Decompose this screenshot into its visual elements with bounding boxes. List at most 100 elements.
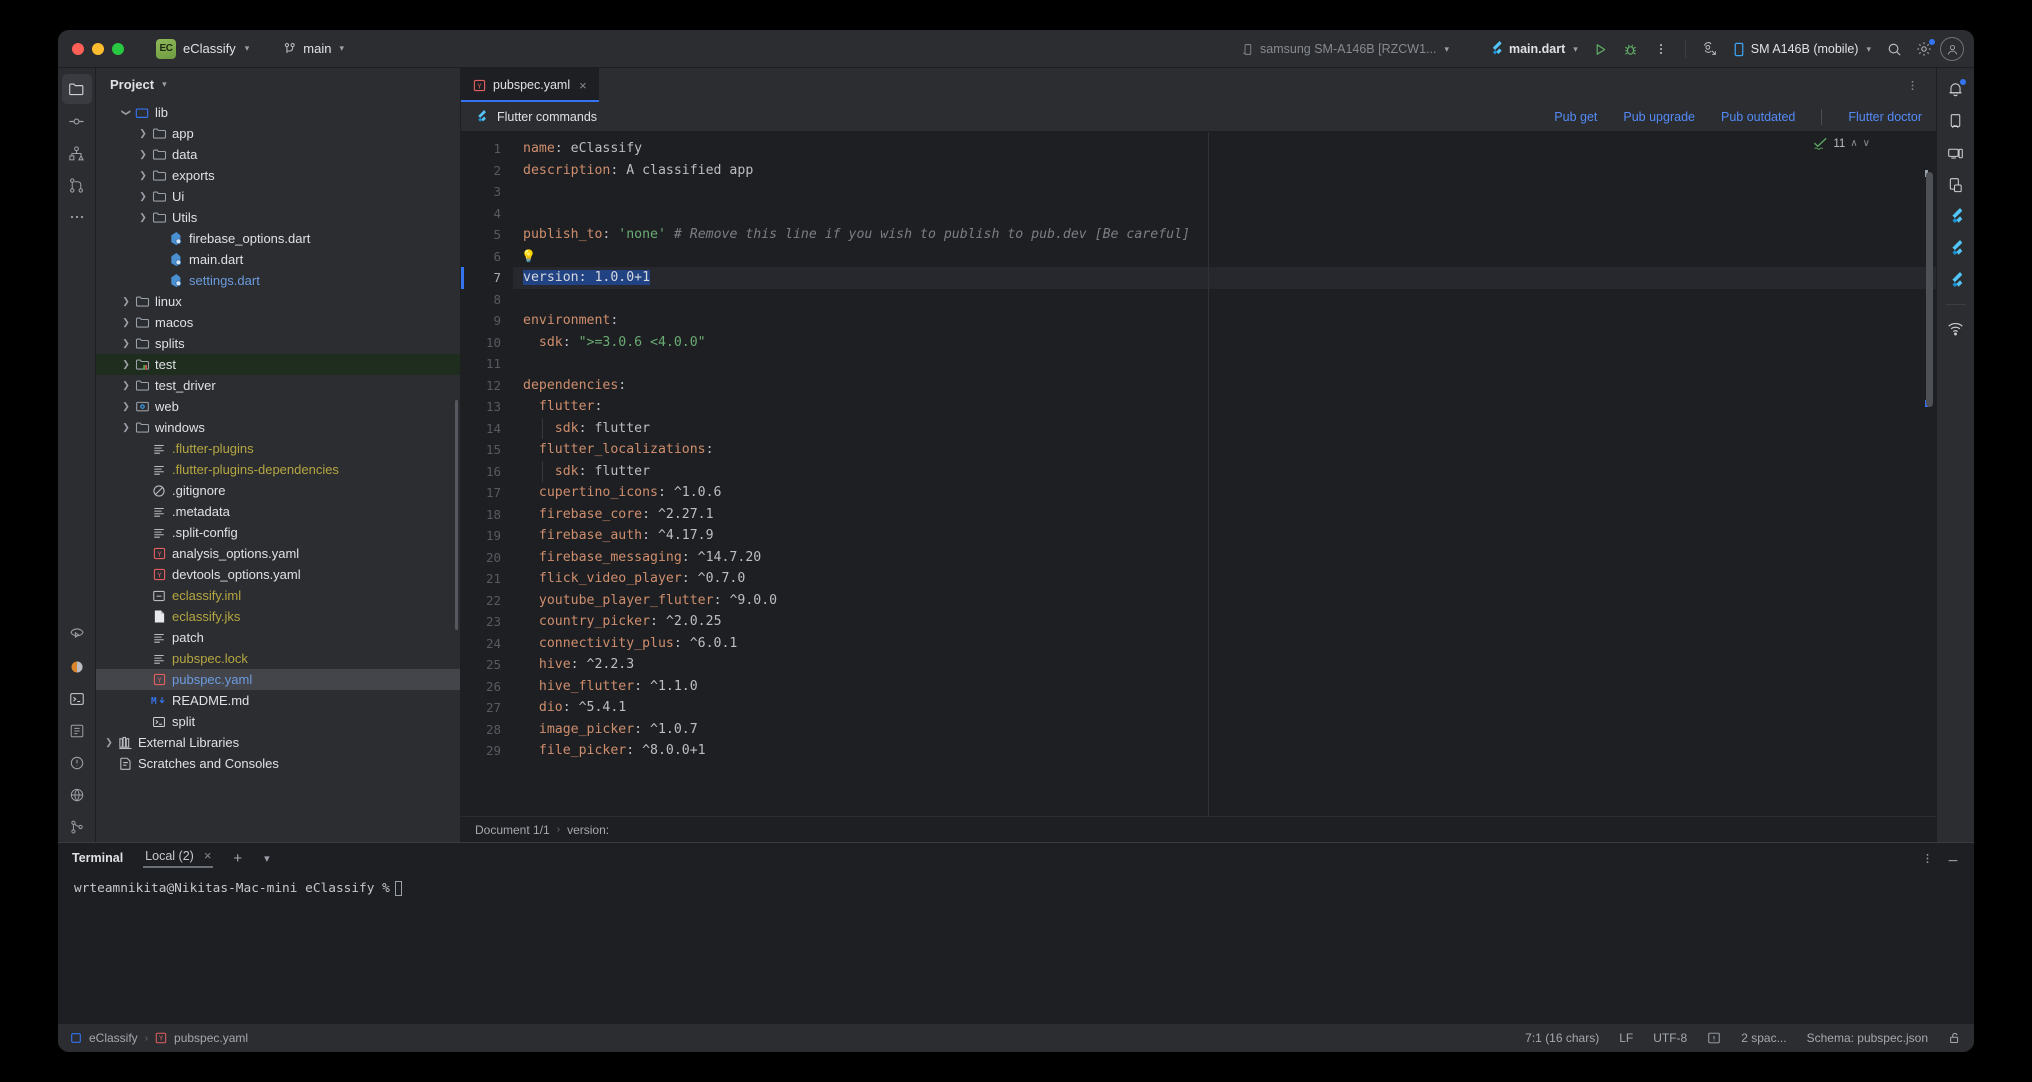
running-devices-button[interactable] [1941,138,1971,168]
tree-item-utils[interactable]: ❯Utils [96,207,460,228]
sidebar-item-structure[interactable] [62,138,92,168]
line-number[interactable]: 9 [461,310,513,332]
notifications-button[interactable] [1941,74,1971,104]
project-panel-header[interactable]: Project ▾ [96,68,460,100]
tree-item-split-config[interactable]: .split-config [96,522,460,543]
tree-item-settings-dart[interactable]: settings.dart [96,270,460,291]
line-number[interactable]: 8 [461,289,513,311]
project-file-tree[interactable]: ❯lib❯app❯data❯exports❯Ui❯Utilsfirebase_o… [96,100,460,842]
code-line[interactable]: publish_to: 'none' # Remove this line if… [513,224,1936,246]
tree-item-metadata[interactable]: .metadata [96,501,460,522]
sidebar-item-more[interactable] [62,202,92,232]
line-number[interactable]: 3 [461,181,513,203]
sidebar-item-terminal[interactable] [62,684,92,714]
code-line[interactable] [513,181,1936,203]
pub-outdated-link[interactable]: Pub outdated [1721,110,1795,124]
code-line[interactable]: flutter_localizations: [513,439,1936,461]
line-number[interactable]: 26 [461,676,513,698]
minimize-icon[interactable] [1946,851,1960,865]
code-line[interactable]: youtube_player_flutter: ^9.0.0 [513,590,1936,612]
code-line[interactable]: sdk: flutter [513,418,1936,440]
flutter-inspector-button[interactable] [1941,234,1971,264]
flutter-performance-button[interactable] [1941,202,1971,232]
code-line[interactable]: version: 1.0.0+1 [513,267,1936,289]
maximize-window-button[interactable] [112,43,124,55]
tree-item-flutter-plugins[interactable]: .flutter-plugins [96,438,460,459]
tree-item-macos[interactable]: ❯macos [96,312,460,333]
inspection-icon[interactable] [1707,1031,1721,1045]
tree-item-eclassify-iml[interactable]: eclassify.iml [96,585,460,606]
sidebar-item-flutter-inspector[interactable] [62,652,92,682]
previous-problem-icon[interactable]: ∧ [1850,138,1857,149]
status-project-label[interactable]: eClassify [89,1031,138,1045]
chevron-right-icon[interactable]: ❯ [136,170,150,181]
code-line[interactable]: sdk: flutter [513,461,1936,483]
line-number[interactable]: 20 [461,547,513,569]
debug-button[interactable] [1617,36,1645,62]
sidebar-item-dart-analysis[interactable] [62,780,92,810]
flutter-outline-button[interactable] [1941,266,1971,296]
chevron-right-icon[interactable]: ❯ [136,149,150,160]
chevron-right-icon[interactable]: ❯ [119,296,133,307]
line-number[interactable]: 21 [461,568,513,590]
next-problem-icon[interactable]: ∨ [1863,138,1870,149]
run-configuration-selector[interactable]: main.dart ▾ [1482,37,1585,61]
code-line[interactable]: hive: ^2.2.3 [513,654,1936,676]
sidebar-item-project[interactable] [62,74,92,104]
tree-item-exports[interactable]: ❯exports [96,165,460,186]
terminal-output[interactable]: wrteamnikita@Nikitas-Mac-mini eClassify … [58,873,1974,1024]
tree-item-data[interactable]: ❯data [96,144,460,165]
search-everywhere-button[interactable] [1880,36,1908,62]
sidebar-item-problems[interactable] [62,748,92,778]
indent-setting[interactable]: 2 spac... [1741,1031,1786,1045]
sidebar-item-pull-requests[interactable] [62,170,92,200]
intention-bulb-icon[interactable]: 💡 [521,249,536,263]
tree-item-flutter-plugins-dependencies[interactable]: .flutter-plugins-dependencies [96,459,460,480]
code-line[interactable]: flutter: [513,396,1936,418]
chevron-right-icon[interactable]: ❯ [119,338,133,349]
line-number[interactable]: 22 [461,590,513,612]
tree-item-scratches-and-consoles[interactable]: Scratches and Consoles [96,753,460,774]
code-content[interactable]: name: eClassifydescription: A classified… [513,132,1936,816]
tree-item-readme-md[interactable]: MREADME.md [96,690,460,711]
chevron-right-icon[interactable]: ❯ [119,401,133,412]
code-line[interactable]: dio: ^5.4.1 [513,697,1936,719]
tree-item-linux[interactable]: ❯linux [96,291,460,312]
device-file-explorer-button[interactable] [1941,106,1971,136]
code-line[interactable]: environment: [513,310,1936,332]
wifi-button[interactable] [1941,313,1971,343]
line-number[interactable]: 5 [461,224,513,246]
tree-item-main-dart[interactable]: main.dart [96,249,460,270]
line-number[interactable]: 18 [461,504,513,526]
file-encoding[interactable]: UTF-8 [1653,1031,1687,1045]
tree-item-patch[interactable]: patch [96,627,460,648]
tree-item-external-libraries[interactable]: ❯External Libraries [96,732,460,753]
code-line[interactable]: dependencies: [513,375,1936,397]
line-number[interactable]: 2 [461,160,513,182]
status-file-label[interactable]: pubspec.yaml [174,1031,248,1045]
minimize-window-button[interactable] [92,43,104,55]
caret-position[interactable]: 7:1 (16 chars) [1525,1031,1599,1045]
line-number[interactable]: 23 [461,611,513,633]
chevron-down-icon[interactable]: ▾ [162,79,167,90]
tree-item-firebase-options-dart[interactable]: firebase_options.dart [96,228,460,249]
line-number[interactable]: 25 [461,654,513,676]
avatar[interactable] [1940,37,1964,61]
new-terminal-tab-icon[interactable]: + [233,850,242,867]
editor-options-button[interactable] [1898,72,1926,98]
more-actions-button[interactable] [1647,36,1675,62]
editor-vertical-scrollbar[interactable] [1926,172,1933,407]
line-number[interactable]: 14 [461,418,513,440]
chevron-down-icon[interactable]: ▾ [264,852,270,865]
sidebar-item-commit[interactable] [62,106,92,136]
tree-item-test-driver[interactable]: ❯test_driver [96,375,460,396]
code-line[interactable]: description: A classified app [513,160,1936,182]
line-number[interactable]: 16 [461,461,513,483]
code-line[interactable]: cupertino_icons: ^1.0.6 [513,482,1936,504]
project-tree-scrollbar[interactable] [455,400,458,630]
tree-item-test[interactable]: ❯test [96,354,460,375]
tree-item-devtools-options-yaml[interactable]: Ydevtools_options.yaml [96,564,460,585]
chevron-right-icon[interactable]: ❯ [119,359,133,370]
line-number-gutter[interactable]: 1234567891011121314151617181920212223242… [461,132,513,816]
code-line[interactable]: firebase_core: ^2.27.1 [513,504,1936,526]
